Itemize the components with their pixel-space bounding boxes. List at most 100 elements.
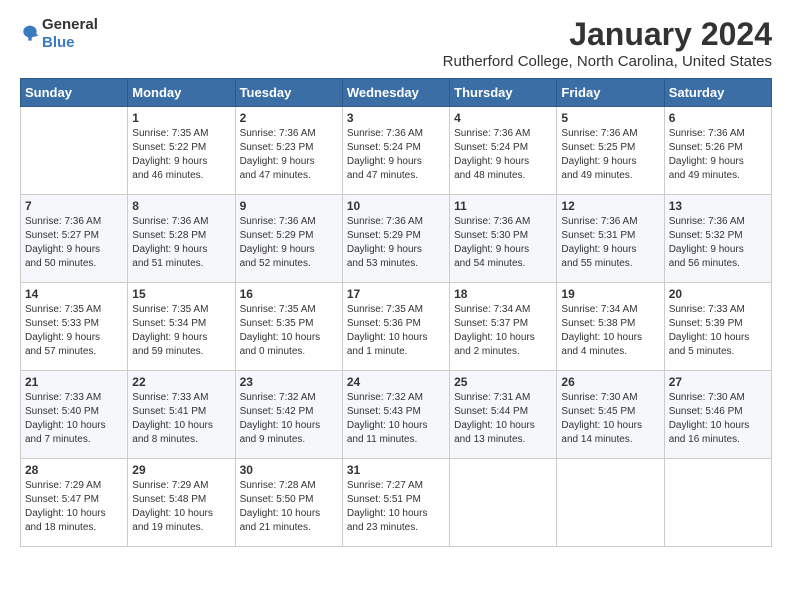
day-number: 21 [25,375,123,389]
calendar-cell: 8 Sunrise: 7:36 AM Sunset: 5:28 PM Daylig… [128,195,235,283]
day-info: Sunrise: 7:29 AM Sunset: 5:47 PM Dayligh… [25,479,123,535]
calendar-cell: 3Sunrise: 7:36 AM Sunset: 5:24 PM Daylig… [342,107,449,195]
logo-icon [20,24,40,44]
calendar-cell: 12 Sunrise: 7:36 AM Sunset: 5:31 PM Dayli… [557,195,664,283]
day-number: 14 [25,287,123,301]
day-info: Sunrise: 7:36 AM Sunset: 5:29 PM Dayligh… [347,215,445,271]
day-info: Sunrise: 7:30 AM Sunset: 5:46 PM Dayligh… [669,391,767,447]
calendar-cell: 4 Sunrise: 7:36 AM Sunset: 5:24 PM Daylig… [450,107,557,195]
calendar-cell: 25 Sunrise: 7:31 AM Sunset: 5:44 PM Dayli… [450,371,557,459]
calendar-table: SundayMondayTuesdayWednesdayThursdayFrid… [20,78,772,547]
calendar-cell: 19 Sunrise: 7:34 AM Sunset: 5:38 PM Dayli… [557,283,664,371]
calendar-cell: 1Sunrise: 7:35 AM Sunset: 5:22 PM Daylig… [128,107,235,195]
calendar-cell: 10 Sunrise: 7:36 AM Sunset: 5:29 PM Dayli… [342,195,449,283]
title-block: January 2024 Rutherford College, North C… [443,16,772,70]
day-number: 19 [561,287,659,301]
day-info: Sunrise: 7:34 AM Sunset: 5:37 PM Dayligh… [454,303,552,359]
day-info: Sunrise: 7:35 AM Sunset: 5:33 PM Dayligh… [25,303,123,359]
day-number: 20 [669,287,767,301]
calendar-cell: 11 Sunrise: 7:36 AM Sunset: 5:30 PM Dayli… [450,195,557,283]
page-subtitle: Rutherford College, North Carolina, Unit… [443,53,772,70]
day-number: 24 [347,375,445,389]
calendar-cell: 24 Sunrise: 7:32 AM Sunset: 5:43 PM Dayli… [342,371,449,459]
calendar-row: 28 Sunrise: 7:29 AM Sunset: 5:47 PM Dayli… [21,459,772,547]
day-info: Sunrise: 7:34 AM Sunset: 5:38 PM Dayligh… [561,303,659,359]
day-number: 5 [561,111,659,125]
day-info: Sunrise: 7:31 AM Sunset: 5:44 PM Dayligh… [454,391,552,447]
day-info: Sunrise: 7:27 AM Sunset: 5:51 PM Dayligh… [347,479,445,535]
calendar-row: 7 Sunrise: 7:36 AM Sunset: 5:27 PM Daylig… [21,195,772,283]
logo-text-blue: Blue [42,34,75,51]
day-info: Sunrise: 7:35 AM Sunset: 5:36 PM Dayligh… [347,303,445,359]
calendar-cell: 29 Sunrise: 7:29 AM Sunset: 5:48 PM Dayli… [128,459,235,547]
page-header: General Blue January 2024 Rutherford Col… [20,16,772,70]
day-number: 25 [454,375,552,389]
day-info: Sunrise: 7:35 AM Sunset: 5:22 PM Dayligh… [132,127,230,183]
day-number: 10 [347,199,445,213]
header-cell-tuesday: Tuesday [235,79,342,107]
day-number: 23 [240,375,338,389]
calendar-row: 14 Sunrise: 7:35 AM Sunset: 5:33 PM Dayli… [21,283,772,371]
header-cell-monday: Monday [128,79,235,107]
calendar-cell: 23 Sunrise: 7:32 AM Sunset: 5:42 PM Dayli… [235,371,342,459]
logo-text-general: General [42,16,98,33]
day-info: Sunrise: 7:36 AM Sunset: 5:28 PM Dayligh… [132,215,230,271]
calendar-cell: 26Sunrise: 7:30 AM Sunset: 5:45 PM Dayli… [557,371,664,459]
day-info: Sunrise: 7:36 AM Sunset: 5:25 PM Dayligh… [561,127,659,183]
calendar-header: SundayMondayTuesdayWednesdayThursdayFrid… [21,79,772,107]
day-number: 11 [454,199,552,213]
calendar-cell: 6Sunrise: 7:36 AM Sunset: 5:26 PM Daylig… [664,107,771,195]
day-number: 9 [240,199,338,213]
calendar-cell: 7 Sunrise: 7:36 AM Sunset: 5:27 PM Daylig… [21,195,128,283]
day-info: Sunrise: 7:36 AM Sunset: 5:23 PM Dayligh… [240,127,338,183]
calendar-cell [664,459,771,547]
page-title: January 2024 [443,16,772,53]
calendar-cell: 28 Sunrise: 7:29 AM Sunset: 5:47 PM Dayli… [21,459,128,547]
day-info: Sunrise: 7:36 AM Sunset: 5:26 PM Dayligh… [669,127,767,183]
day-number: 18 [454,287,552,301]
calendar-cell: 15 Sunrise: 7:35 AM Sunset: 5:34 PM Dayli… [128,283,235,371]
day-number: 7 [25,199,123,213]
calendar-cell: 30 Sunrise: 7:28 AM Sunset: 5:50 PM Dayli… [235,459,342,547]
header-cell-sunday: Sunday [21,79,128,107]
day-number: 17 [347,287,445,301]
day-info: Sunrise: 7:32 AM Sunset: 5:43 PM Dayligh… [347,391,445,447]
calendar-row: 1Sunrise: 7:35 AM Sunset: 5:22 PM Daylig… [21,107,772,195]
day-number: 8 [132,199,230,213]
day-number: 30 [240,463,338,477]
calendar-cell: 20 Sunrise: 7:33 AM Sunset: 5:39 PM Dayli… [664,283,771,371]
day-number: 3 [347,111,445,125]
day-info: Sunrise: 7:36 AM Sunset: 5:24 PM Dayligh… [454,127,552,183]
calendar-cell: 9Sunrise: 7:36 AM Sunset: 5:29 PM Daylig… [235,195,342,283]
day-info: Sunrise: 7:36 AM Sunset: 5:31 PM Dayligh… [561,215,659,271]
day-number: 13 [669,199,767,213]
day-info: Sunrise: 7:28 AM Sunset: 5:50 PM Dayligh… [240,479,338,535]
header-cell-saturday: Saturday [664,79,771,107]
calendar-cell: 31 Sunrise: 7:27 AM Sunset: 5:51 PM Dayli… [342,459,449,547]
day-info: Sunrise: 7:35 AM Sunset: 5:35 PM Dayligh… [240,303,338,359]
day-info: Sunrise: 7:33 AM Sunset: 5:41 PM Dayligh… [132,391,230,447]
calendar-cell [450,459,557,547]
day-number: 15 [132,287,230,301]
header-cell-friday: Friday [557,79,664,107]
day-number: 29 [132,463,230,477]
day-number: 28 [25,463,123,477]
day-number: 2 [240,111,338,125]
day-number: 26 [561,375,659,389]
calendar-cell [557,459,664,547]
day-info: Sunrise: 7:36 AM Sunset: 5:27 PM Dayligh… [25,215,123,271]
day-number: 31 [347,463,445,477]
day-info: Sunrise: 7:35 AM Sunset: 5:34 PM Dayligh… [132,303,230,359]
day-info: Sunrise: 7:32 AM Sunset: 5:42 PM Dayligh… [240,391,338,447]
day-info: Sunrise: 7:33 AM Sunset: 5:39 PM Dayligh… [669,303,767,359]
day-number: 12 [561,199,659,213]
day-info: Sunrise: 7:33 AM Sunset: 5:40 PM Dayligh… [25,391,123,447]
logo: General Blue [20,16,98,52]
calendar-cell: 27Sunrise: 7:30 AM Sunset: 5:46 PM Dayli… [664,371,771,459]
day-info: Sunrise: 7:29 AM Sunset: 5:48 PM Dayligh… [132,479,230,535]
day-number: 22 [132,375,230,389]
calendar-cell: 18 Sunrise: 7:34 AM Sunset: 5:37 PM Dayli… [450,283,557,371]
day-info: Sunrise: 7:36 AM Sunset: 5:30 PM Dayligh… [454,215,552,271]
day-number: 4 [454,111,552,125]
calendar-body: 1Sunrise: 7:35 AM Sunset: 5:22 PM Daylig… [21,107,772,547]
